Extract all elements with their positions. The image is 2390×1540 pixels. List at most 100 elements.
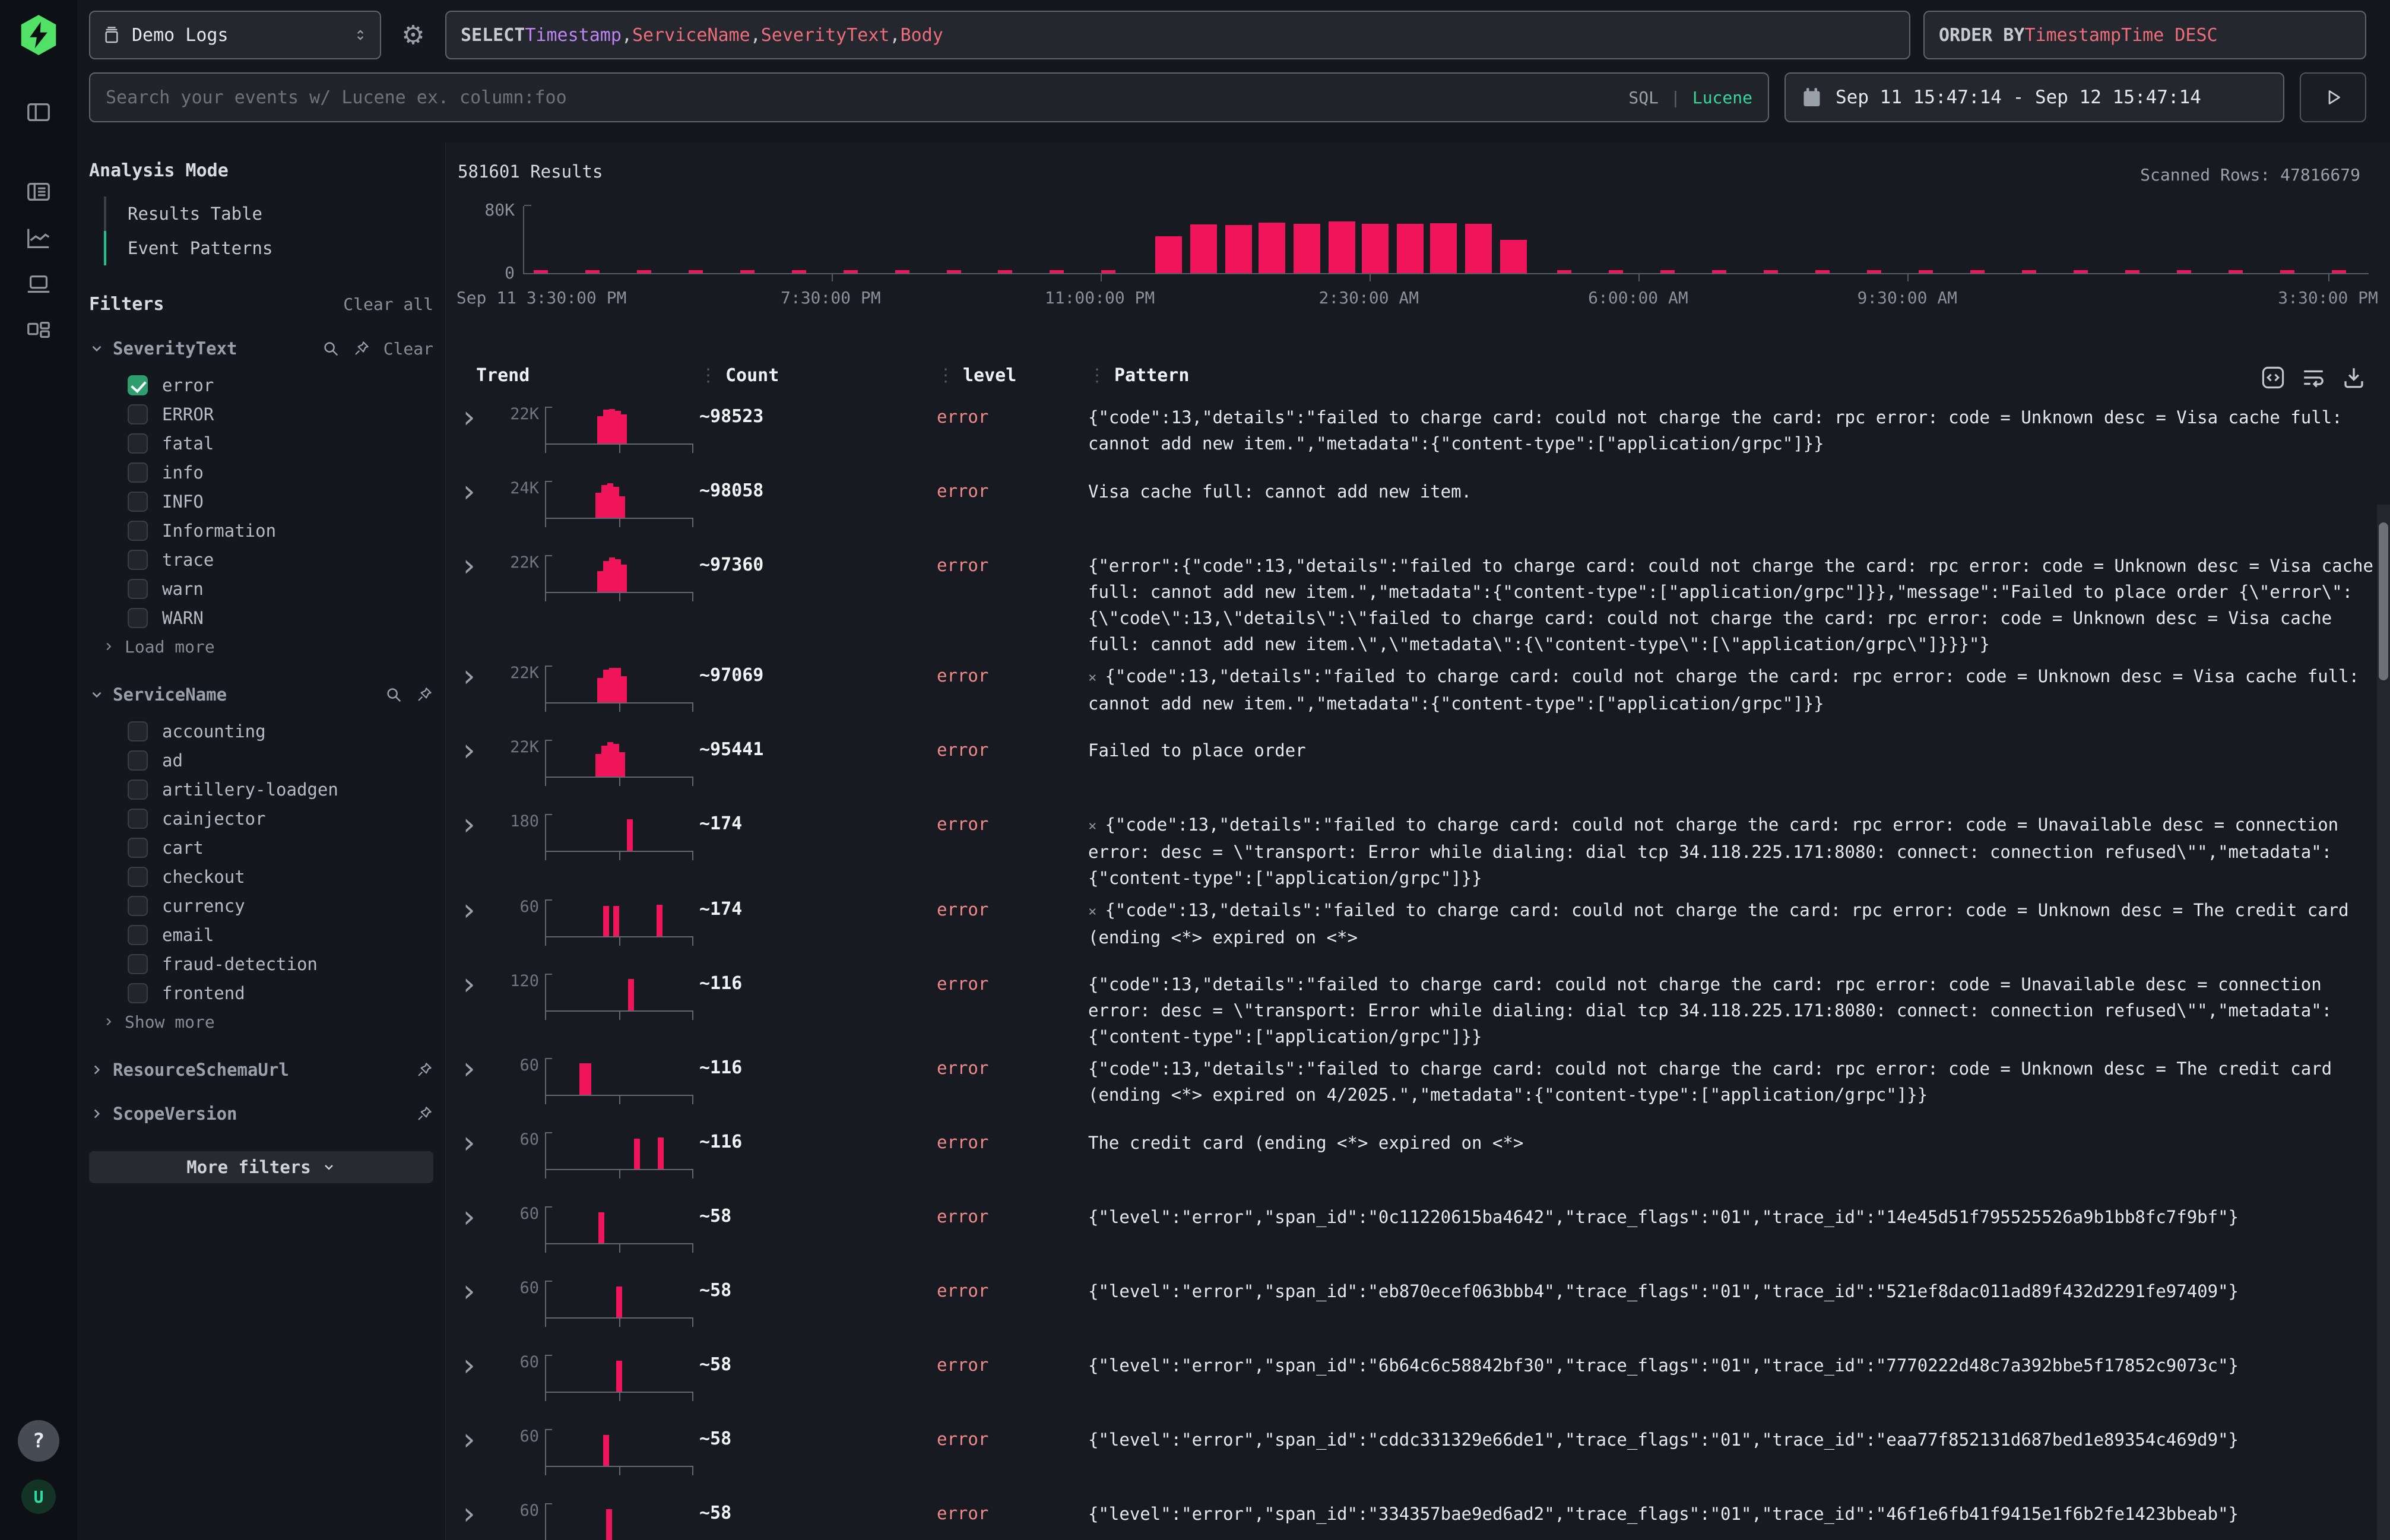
checkbox[interactable] [128, 492, 148, 512]
checkbox[interactable] [128, 721, 148, 742]
chevron-down-icon[interactable] [89, 341, 104, 356]
checkbox[interactable] [128, 896, 148, 916]
column-grip[interactable]: ⋮ [937, 365, 955, 386]
row-expand-chevron[interactable]: › [455, 404, 497, 430]
time-range-picker[interactable]: Sep 11 15:47:14 - Sep 12 15:47:14 [1784, 72, 2284, 122]
search-icon[interactable] [385, 686, 402, 704]
pattern-row[interactable]: ›60~116error{"code":13,"details":"failed… [455, 1050, 2381, 1124]
pattern-row[interactable]: ›60~58error{"level":"error","span_id":"c… [455, 1421, 2381, 1495]
download-icon[interactable] [2341, 365, 2366, 390]
pattern-row[interactable]: ›60~174error×{"code":13,"details":"faile… [455, 891, 2381, 965]
filter-group-resourceschemaurl[interactable]: ResourceSchemaUrl [89, 1060, 433, 1080]
filter-option-currency[interactable]: currency [89, 891, 433, 920]
chevron-down-icon[interactable] [89, 687, 104, 702]
user-avatar[interactable]: U [21, 1479, 56, 1514]
filter-option-email[interactable]: email [89, 920, 433, 949]
row-expand-chevron[interactable]: › [455, 1278, 497, 1304]
chevron-right-icon[interactable] [89, 1062, 104, 1078]
filter-option-fatal[interactable]: fatal [89, 429, 433, 458]
pattern-row[interactable]: ›180~174error×{"code":13,"details":"fail… [455, 806, 2381, 891]
filter-option-information[interactable]: Information [89, 516, 433, 545]
histogram-bar[interactable] [1430, 223, 1457, 273]
pattern-row[interactable]: ›60~58error{"level":"error","span_id":"6… [455, 1346, 2381, 1421]
column-header-trend[interactable]: Trend [455, 365, 699, 386]
filter-option-fraud-detection[interactable]: fraud-detection [89, 949, 433, 978]
filter-option-warn[interactable]: WARN [89, 603, 433, 632]
help-button[interactable]: ? [18, 1420, 59, 1462]
filter-group-servicename[interactable]: ServiceName [89, 685, 433, 705]
filter-option-ad[interactable]: ad [89, 746, 433, 775]
run-query-button[interactable] [2300, 72, 2366, 122]
checkbox[interactable] [128, 925, 148, 945]
order-by-editor[interactable]: ORDER BY TimestampTime DESC [1923, 11, 2366, 59]
filter-group-scopeversion[interactable]: ScopeVersion [89, 1104, 433, 1124]
filter-option-warn[interactable]: warn [89, 574, 433, 603]
clear-group-button[interactable]: Clear [383, 339, 433, 359]
filter-option-error[interactable]: error [89, 370, 433, 400]
checkbox[interactable] [128, 550, 148, 570]
column-header-level[interactable]: ⋮level [937, 365, 1088, 386]
hyperdx-logo-icon[interactable] [15, 13, 62, 57]
sessions-icon[interactable] [25, 271, 52, 298]
mode-lucene-toggle[interactable]: Lucene [1692, 88, 1752, 107]
exclude-x-icon[interactable]: × [1088, 669, 1096, 686]
filter-option-frontend[interactable]: frontend [89, 978, 433, 1007]
checkbox[interactable] [128, 433, 148, 454]
checkbox[interactable] [128, 809, 148, 829]
pattern-row[interactable]: ›60~58error{"level":"error","span_id":"e… [455, 1272, 2381, 1346]
filter-option-info[interactable]: INFO [89, 487, 433, 516]
checkbox[interactable] [128, 462, 148, 483]
vertical-scrollbar[interactable] [2377, 505, 2390, 1540]
pattern-row[interactable]: ›22K~98523error{"code":13,"details":"fai… [455, 398, 2381, 473]
row-expand-chevron[interactable]: › [455, 1427, 497, 1453]
search-input[interactable]: Search your events w/ Lucene ex. column:… [89, 72, 1769, 122]
row-expand-chevron[interactable]: › [455, 479, 497, 505]
column-header-count[interactable]: ⋮Count [699, 365, 937, 386]
chart-icon[interactable] [25, 224, 52, 252]
pin-icon[interactable] [416, 686, 433, 704]
row-expand-chevron[interactable]: › [455, 663, 497, 689]
checkbox[interactable] [128, 608, 148, 628]
analysis-mode-item-results-table[interactable]: Results Table [104, 197, 433, 231]
chevron-right-icon[interactable] [89, 1106, 104, 1121]
histogram-bar[interactable] [1294, 224, 1320, 273]
exclude-x-icon[interactable]: × [1088, 817, 1096, 834]
pattern-row[interactable]: ›60~116errorThe credit card (ending <*> … [455, 1124, 2381, 1198]
checkbox[interactable] [128, 867, 148, 887]
row-expand-chevron[interactable]: › [455, 1501, 497, 1527]
pattern-row[interactable]: ›22K~95441errorFailed to place order [455, 731, 2381, 806]
code-icon[interactable] [2261, 365, 2286, 390]
row-expand-chevron[interactable]: › [455, 1204, 497, 1230]
histogram-bar[interactable] [1329, 221, 1355, 273]
histogram-bar[interactable] [1259, 223, 1285, 273]
pattern-row[interactable]: ›24K~98058errorVisa cache full: cannot a… [455, 473, 2381, 547]
load-more-button[interactable]: Show more [89, 1007, 433, 1036]
checkbox[interactable] [128, 404, 148, 424]
logs-icon[interactable] [25, 178, 52, 205]
filter-option-error[interactable]: ERROR [89, 400, 433, 429]
source-settings-button[interactable]: ⚙ [394, 11, 432, 59]
checkbox[interactable] [128, 750, 148, 771]
source-select[interactable]: Demo Logs [89, 11, 381, 59]
pin-icon[interactable] [353, 340, 370, 357]
histogram-bar[interactable] [1190, 224, 1217, 273]
filter-option-checkout[interactable]: checkout [89, 862, 433, 891]
results-histogram[interactable]: 80K 0 Sep 11 3:30:00 PM7:30:00 PM11:00:0… [458, 199, 2369, 312]
filter-option-cart[interactable]: cart [89, 833, 433, 862]
row-expand-chevron[interactable]: › [455, 971, 497, 997]
histogram-plot[interactable] [523, 206, 2369, 274]
histogram-bar[interactable] [1225, 225, 1252, 273]
checkbox[interactable] [128, 838, 148, 858]
row-expand-chevron[interactable]: › [455, 897, 497, 923]
filter-option-artillery-loadgen[interactable]: artillery-loadgen [89, 775, 433, 804]
filter-option-cainjector[interactable]: cainjector [89, 804, 433, 833]
pattern-row[interactable]: ›60~58error{"level":"error","span_id":"0… [455, 1198, 2381, 1272]
wrap-text-icon[interactable] [2301, 365, 2326, 390]
histogram-bar[interactable] [1362, 224, 1389, 273]
sidebar-toggle-icon[interactable] [25, 99, 52, 126]
checkbox[interactable] [128, 983, 148, 1003]
row-expand-chevron[interactable]: › [455, 737, 497, 763]
row-expand-chevron[interactable]: › [455, 812, 497, 838]
filter-option-accounting[interactable]: accounting [89, 717, 433, 746]
checkbox[interactable] [128, 521, 148, 541]
